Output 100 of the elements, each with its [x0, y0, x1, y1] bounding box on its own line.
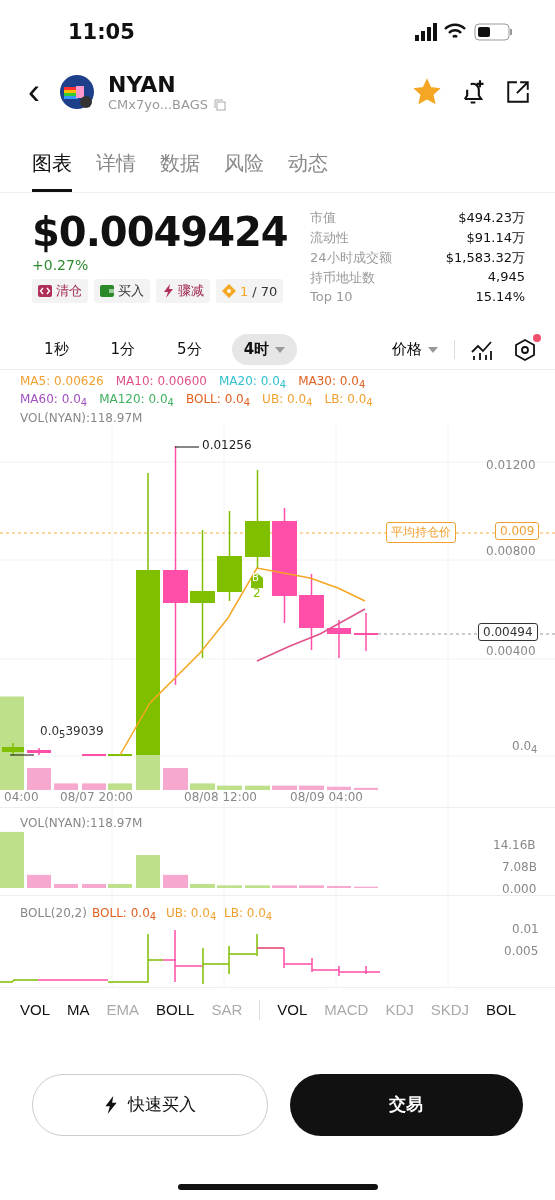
- axis-label: 0.0$_{4}$: [512, 738, 538, 757]
- tag-chip[interactable]: 1 / 70: [216, 279, 284, 303]
- volume-bar: [163, 874, 188, 888]
- average-price-tag: 平均持仓价: [386, 521, 456, 543]
- timeframe-tab[interactable]: 1分: [98, 334, 148, 365]
- indicator-value: MA60: 0.0$_{4}$: [20, 392, 88, 411]
- axis-label: 0.00800: [486, 543, 536, 559]
- volume-bar: [217, 885, 242, 888]
- tag-chip[interactable]: 买入: [94, 279, 150, 303]
- candlestick: [327, 619, 351, 659]
- low-price-label: 0.0$_{5}$39039: [40, 723, 104, 742]
- indicator-value: BOLL: 0.0$_{4}$: [92, 905, 157, 924]
- axis-label: 0.00400: [486, 643, 536, 659]
- low-leader-line: [9, 754, 35, 756]
- volume-bar: [299, 785, 324, 790]
- candlestick: [2, 742, 24, 756]
- volume-bar: [272, 785, 297, 790]
- token-avatar-icon: [60, 75, 94, 109]
- volume-bar: [54, 783, 78, 790]
- candlestick: [82, 753, 106, 756]
- indicator-value: UB: 0.0$_{4}$: [166, 905, 217, 924]
- stat-value: $91.14万: [465, 229, 525, 247]
- volume-value: VOL(NYAN):118.97M: [20, 815, 143, 831]
- lightning-icon: [103, 1095, 118, 1114]
- candlestick: [108, 753, 132, 756]
- timeframe-tab[interactable]: 4时: [231, 334, 298, 365]
- volume-bar: [108, 883, 132, 888]
- axis-label: 08/07 20:00: [60, 789, 133, 805]
- notification-dot: [533, 333, 541, 342]
- axis-label: 0.01200: [486, 457, 536, 473]
- indicator-chart-icon[interactable]: [471, 339, 493, 360]
- tab[interactable]: 动态: [288, 144, 328, 192]
- volume-value: VOL(NYAN):118.97M: [20, 410, 143, 426]
- volume-bar: [245, 885, 270, 888]
- stat-value: 4,945: [486, 269, 525, 286]
- indicator-tab[interactable]: VOL: [20, 1001, 50, 1019]
- indicator-value: MA120: 0.0$_{4}$: [99, 392, 174, 411]
- code-icon: [38, 285, 52, 297]
- stat-label: Top 10: [310, 289, 354, 304]
- trade-button[interactable]: 交易: [289, 1073, 523, 1136]
- buy-count: 2: [253, 585, 261, 601]
- volume-bar: [190, 883, 215, 888]
- buy-marker-label: B: [252, 571, 259, 584]
- stat-label: 持币地址数: [310, 269, 376, 287]
- volume-bar: [136, 854, 160, 888]
- timeframe-tab[interactable]: 5分: [165, 334, 214, 365]
- wallet-icon: [100, 285, 114, 297]
- volume-bar: [108, 783, 132, 790]
- indicator-value: MA20: 0.0$_{4}$: [219, 374, 287, 393]
- quick-buy-button[interactable]: 快速买入: [32, 1073, 268, 1136]
- volume-bar: [0, 831, 24, 888]
- tag-chip[interactable]: 清仓: [32, 279, 88, 303]
- price-change: +0.27%: [32, 257, 90, 273]
- tag-chip[interactable]: 骤减: [156, 279, 210, 303]
- favorite-star-icon[interactable]: [413, 78, 441, 106]
- indicator-title: BOLL(20,2): [20, 905, 87, 921]
- back-button[interactable]: ‹: [22, 74, 46, 110]
- tab[interactable]: 详情: [96, 144, 136, 192]
- volume-bar: [217, 785, 242, 790]
- indicator-value: MA10: 0.00600: [115, 374, 207, 390]
- volume-bar: [27, 767, 51, 790]
- token-price: $0.0049424: [32, 209, 288, 255]
- average-price-value: 0.009: [495, 521, 540, 540]
- stat-value: 15.14%: [474, 289, 525, 304]
- current-price-tag: 0.00494: [478, 622, 538, 641]
- indicator-value: BOLL: 0.0$_{4}$: [185, 392, 251, 411]
- tab[interactable]: 数据: [160, 144, 200, 192]
- indicator-tab[interactable]: VOL: [277, 1001, 308, 1019]
- volume-bar: [272, 885, 297, 888]
- volume-bar: [299, 885, 324, 888]
- stat-label: 市值: [310, 209, 337, 227]
- volume-bar: [54, 883, 78, 888]
- caret-icon: [428, 346, 438, 353]
- axis-label: 0.01: [512, 921, 539, 937]
- buy-marker-icon: [251, 572, 263, 588]
- volume-bar: [27, 874, 51, 888]
- volume-bar: [245, 785, 270, 790]
- stat-value: $1,583.32万: [444, 249, 525, 267]
- axis-label: 08/09 04:00: [290, 789, 363, 805]
- timeframe-tab[interactable]: 1秒: [32, 334, 81, 365]
- axis-label: 04:00: [4, 789, 39, 805]
- clock: 11:05: [68, 20, 135, 44]
- share-icon[interactable]: [505, 79, 531, 105]
- indicator-tab[interactable]: BOLL: [156, 1001, 195, 1019]
- stat-label: 24小时成交额: [310, 249, 393, 267]
- volume-bar: [327, 786, 351, 790]
- caret-icon: [275, 346, 286, 353]
- volume-bar: [190, 783, 215, 790]
- candlestick: [27, 747, 51, 756]
- indicator-tab[interactable]: BOL: [486, 1001, 517, 1019]
- volume-bar: [163, 767, 188, 790]
- tab[interactable]: 风险: [224, 144, 264, 192]
- volume-bar: [82, 883, 106, 888]
- price-type-dropdown[interactable]: 价格: [392, 340, 455, 359]
- indicator-tab[interactable]: MA: [67, 1001, 90, 1019]
- tab[interactable]: 图表: [32, 144, 72, 192]
- lightning-icon: [162, 284, 174, 298]
- volume-bar: [327, 885, 351, 888]
- diamond-icon: [222, 284, 236, 298]
- token-name: NYAN: [108, 72, 177, 97]
